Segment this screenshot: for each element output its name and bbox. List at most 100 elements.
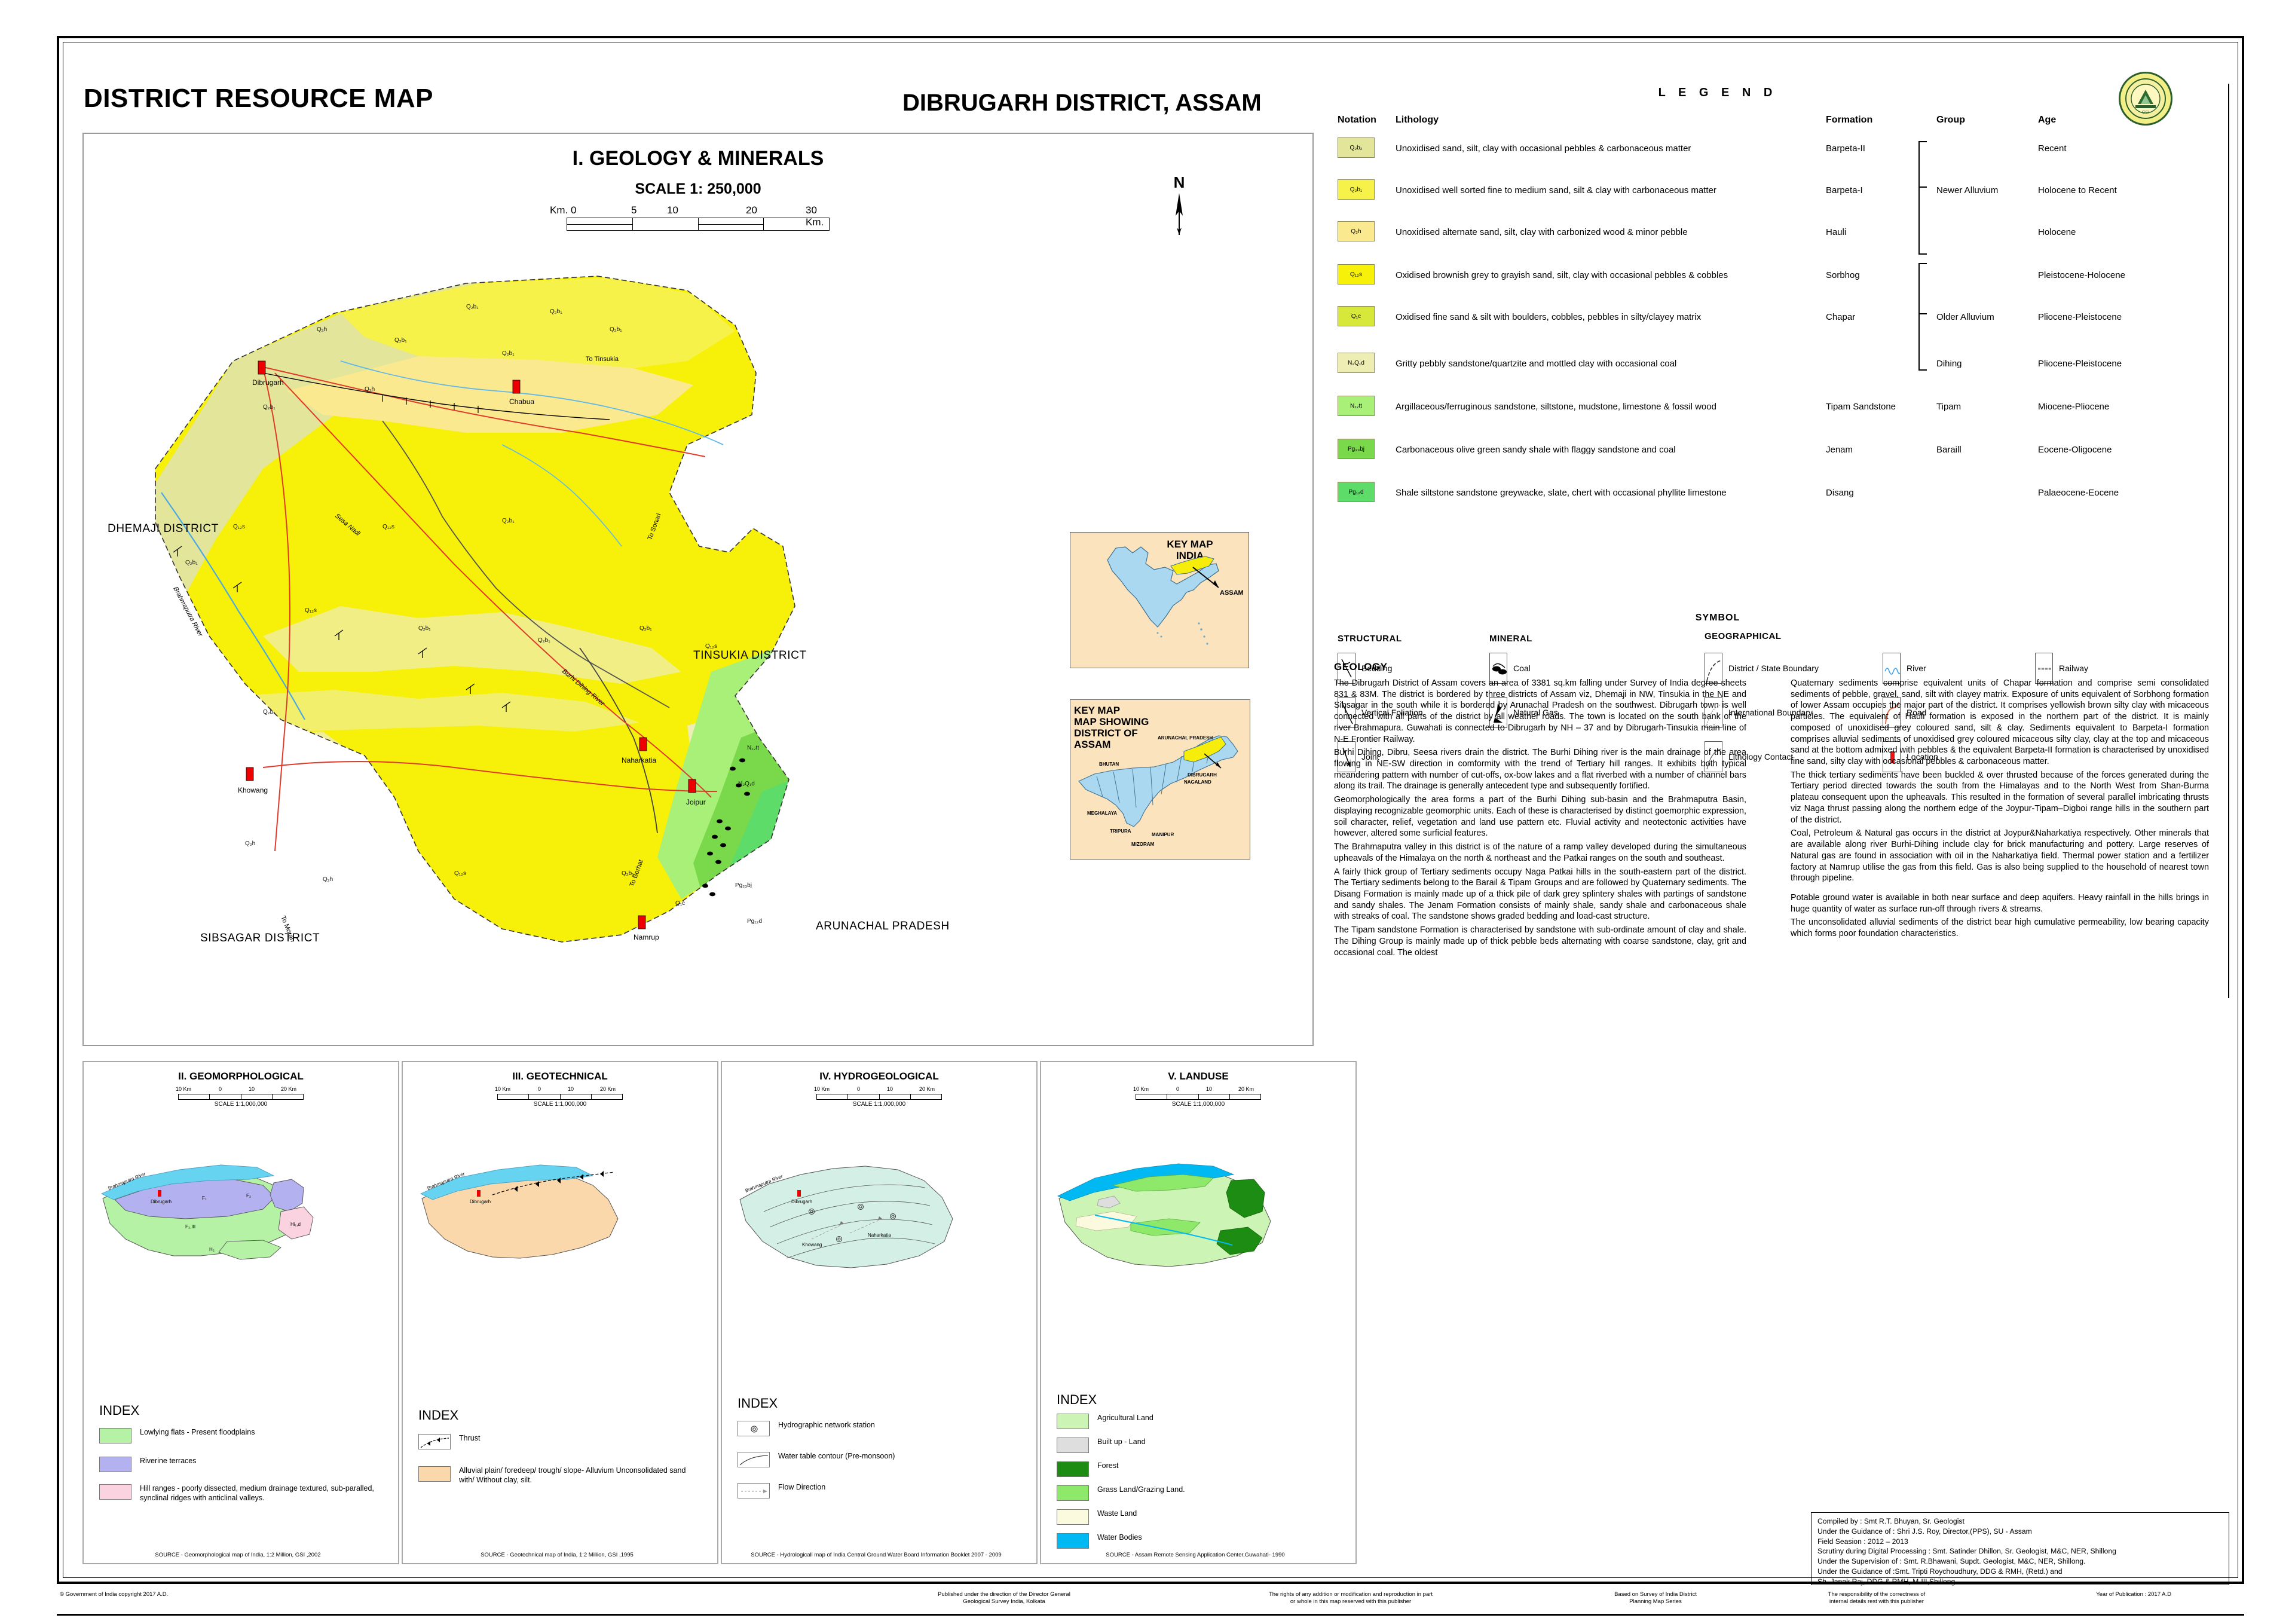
legend-swatch: Q₁c: [1338, 306, 1375, 326]
legend-item-label: Forest: [1097, 1461, 1119, 1470]
legend-notation: Q₂h: [1351, 228, 1361, 235]
legend-color-swatch: [1057, 1509, 1089, 1525]
credits-box: Compiled by : Smt R.T. Bhuyan, Sr. Geolo…: [1811, 1512, 2229, 1586]
submap-legend-item[interactable]: Grass Land/Grazing Land.: [1057, 1485, 1185, 1501]
submap-legend-item[interactable]: Forest: [1057, 1461, 1118, 1477]
geology-paragraph: The thick tertiary sediments have been b…: [1791, 770, 2209, 825]
legend-notation: Q₁₂s: [1350, 271, 1363, 278]
district-title: DIBRUGARH DISTRICT, ASSAM: [902, 90, 1262, 116]
keymap-assam-neighbour-meghalaya: MEGHALAYA: [1087, 811, 1117, 816]
key-map-assam: KEY MAP MAP SHOWING DISTRICT OF ASSAM AR…: [1070, 699, 1250, 860]
svg-text:Q₂h: Q₂h: [245, 840, 255, 847]
legend-item-label: Riverine terraces: [140, 1457, 197, 1465]
road-label-tinsukia: To Tinsukia: [586, 356, 619, 363]
legend-swatch: N₁₂tt: [1338, 396, 1375, 416]
geology-paragraph: A fairly thick group of Tertiary sedimen…: [1334, 867, 1746, 922]
submap-scale-tick: 0: [538, 1086, 541, 1092]
legend-formation: Barpeta-II: [1826, 143, 1865, 154]
legend-notation: Pg₂₃bj: [1348, 445, 1364, 452]
svg-text:Q₂b₁: Q₂b₁: [394, 337, 407, 344]
geology-paragraph: The unconsolidated alluvial sediments of…: [1791, 917, 2209, 939]
submap-legend-item[interactable]: Thrust: [418, 1434, 480, 1449]
legend-color-swatch: [1057, 1438, 1089, 1453]
legend-item-label: Water Bodies: [1097, 1533, 1142, 1542]
legend-formation: Hauli: [1826, 227, 1847, 237]
footer-published-line1: Published under the direction of the Dir…: [938, 1591, 1070, 1598]
page-title: DISTRICT RESOURCE MAP: [84, 84, 433, 113]
submap-label-naharkatia: Naharkatia: [868, 1232, 891, 1238]
submap-legend-item[interactable]: Hydrographic network station: [738, 1421, 875, 1436]
submap-legend-item[interactable]: Lowlying flats - Present floodplains: [99, 1428, 255, 1443]
geology-text-column-right: Quaternary sediments comprise equivalent…: [1791, 678, 2209, 942]
geology-text-column-left: The Dibrugarh District of Assam covers a…: [1334, 678, 1746, 961]
legend-age: Pleistocene-Holocene: [2038, 270, 2125, 280]
credit-line: Sh. Janak Raj, DDG & RMH, M-III,Shillong: [1817, 1577, 1956, 1586]
submap-scale-tick: 10: [249, 1086, 255, 1092]
thrust-icon: [418, 1434, 451, 1449]
submap-legend-item[interactable]: Alluvial plain/ foredeep/ trough/ slope-…: [418, 1466, 699, 1485]
submap-scale-tick: 10 Km: [176, 1086, 192, 1092]
hydro-map-graphic: Brahmaputra River Dibrugarh Khowang Naha…: [739, 1166, 953, 1268]
geomorphological-map-panel[interactable]: II. GEOMORPHOLOGICAL 10 Km 0 10 20 Km SC…: [82, 1061, 399, 1564]
submap-legend-item[interactable]: Water table contour (Pre-monsoon): [738, 1452, 895, 1467]
submap-label-h2: H₂: [209, 1247, 215, 1252]
submap-scale-tick: 10 Km: [814, 1086, 830, 1092]
footer-published: Published under the direction of the Dir…: [879, 1591, 1130, 1605]
submap-scale-tick: 20 Km: [600, 1086, 616, 1092]
submap-title: IV. HYDROGEOLOGICAL: [819, 1071, 939, 1082]
svg-text:Pg₁₂d: Pg₁₂d: [747, 918, 762, 925]
hydrogeological-map-panel[interactable]: IV. HYDROGEOLOGICAL 10 Km 0 10 20 Km SCA…: [721, 1061, 1038, 1564]
submap-legend-item[interactable]: Water Bodies: [1057, 1533, 1142, 1549]
submap-index-title: INDEX: [418, 1408, 459, 1423]
legend-lithology: Oxidised brownish grey to grayish sand, …: [1396, 270, 1728, 280]
svg-text:Q₂b₁: Q₂b₁: [466, 304, 479, 310]
footer-based-line1: Based on Survey of India District: [1614, 1591, 1697, 1598]
submap-scale-tick: 20 Km: [919, 1086, 935, 1092]
submap-legend-item[interactable]: Hill ranges - poorly dissected, medium d…: [99, 1484, 380, 1503]
geology-paragraph: Coal, Petroleum & Natural gas occurs in …: [1791, 828, 2209, 883]
geotechnical-map-panel[interactable]: III. GEOTECHNICAL 10 Km 0 10 20 Km SCALE…: [402, 1061, 718, 1564]
legend-notation: N₁₂tt: [1350, 402, 1363, 409]
geology-paragraph: Quaternary sediments comprise equivalent…: [1791, 678, 2209, 767]
submap-label-f1: F₁: [202, 1195, 207, 1201]
footer-rights-line1: The rights of any addition or modificati…: [1268, 1591, 1433, 1598]
svg-text:Q₂b₁: Q₂b₁: [263, 709, 276, 715]
legend-swatch: Q₂b₁: [1338, 179, 1375, 200]
submap-legend-item[interactable]: Riverine terraces: [99, 1457, 196, 1472]
submap-title: III. GEOTECHNICAL: [512, 1071, 608, 1082]
legend-lithology: Shale siltstone sandstone greywacke, sla…: [1396, 488, 1727, 498]
legend-notation: Q₂b₂: [1350, 144, 1363, 151]
submap-index-title: INDEX: [99, 1403, 140, 1418]
submap-legend-item[interactable]: Built up - Land: [1057, 1438, 1146, 1453]
submap-legend-item[interactable]: Agricultural Land: [1057, 1414, 1153, 1429]
credit-line: Under the Guidance of :Smt. Tripti Roych…: [1817, 1567, 2063, 1576]
legend-color-swatch: [1057, 1461, 1089, 1477]
credit-line: Field Seasion : 2012 – 2013: [1817, 1537, 1908, 1546]
legend-header-lithology: Lithology: [1396, 115, 1439, 125]
label-dhemaji-district: DHEMAJI DISTRICT: [108, 522, 219, 535]
svg-text:Q₂h: Q₂h: [317, 326, 327, 333]
symbol-label: Coal: [1513, 663, 1531, 673]
submap-legend-item[interactable]: Flow Direction: [738, 1483, 825, 1498]
geology-section-heading: GEOLOGY: [1334, 661, 1388, 672]
legend-color-swatch: [418, 1466, 451, 1482]
submap-label-hi: Hi₁,d: [290, 1222, 301, 1227]
keymap-india-callout: ASSAM: [1220, 589, 1244, 597]
credit-line: Scrutiny during Digital Processing : Smt…: [1817, 1547, 2116, 1556]
submap-title: II. GEOMORPHOLOGICAL: [178, 1071, 304, 1082]
submap-label-f3: F₃,III: [185, 1224, 195, 1230]
submap-label-f2: F₂: [246, 1193, 251, 1198]
submap-scale-text: SCALE 1:1,000,000: [533, 1101, 587, 1108]
svg-text:Q₂h: Q₂h: [365, 386, 375, 393]
submap-label-dibrugarh: Dibrugarh: [151, 1199, 172, 1204]
legend-age: Pliocene-Pleistocene: [2038, 359, 2122, 369]
legend-formation: Jenam: [1826, 445, 1853, 455]
submap-legend-item[interactable]: Waste Land: [1057, 1509, 1137, 1525]
svg-text:Q₂b₁: Q₂b₁: [263, 404, 276, 411]
symbol-label: River: [1907, 663, 1926, 673]
keymap-assam-neighbour-mizoram: MIZORAM: [1131, 842, 1155, 847]
credit-line: Compiled by : Smt R.T. Bhuyan, Sr. Geolo…: [1817, 1517, 1964, 1525]
landuse-map-panel[interactable]: V. LANDUSE 10 Km 0 10 20 Km SCALE 1:1,00…: [1040, 1061, 1357, 1564]
keymap-assam-callout: DIBRUGARH: [1188, 772, 1217, 778]
legend-item-label: Built up - Land: [1097, 1438, 1146, 1446]
